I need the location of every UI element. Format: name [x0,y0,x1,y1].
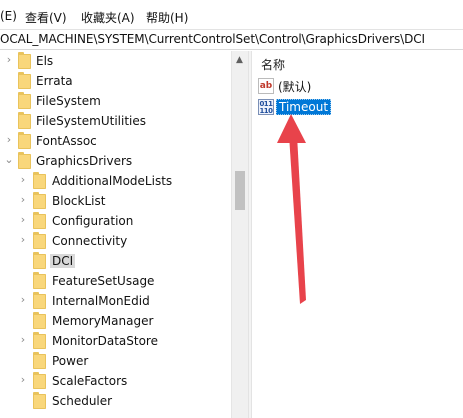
tree-item-label: Connectivity [52,234,128,248]
folder-icon [33,172,46,189]
string-value-icon: ab [258,78,274,94]
tree-item[interactable]: › Connectivity [0,231,231,251]
chevron-right-icon[interactable]: › [18,194,28,206]
tree-item[interactable]: FileSystemUtilities [0,111,231,131]
address-path[interactable]: OCAL_MACHINE\SYSTEM\CurrentControlSet\Co… [0,32,425,46]
folder-icon [18,112,31,129]
tree-item[interactable]: Scheduler [0,391,231,411]
folder-icon [33,372,46,389]
tree-item[interactable]: › AdditionalModeLists [0,171,231,191]
tree-item-label: FileSystemUtilities [36,114,146,128]
tree-item[interactable]: ⌄ GraphicsDrivers [0,151,231,171]
folder-icon [33,392,46,409]
tree-item[interactable]: Power [0,351,231,371]
address-bar[interactable]: OCAL_MACHINE\SYSTEM\CurrentControlSet\Co… [0,29,463,50]
tree-item[interactable]: › InternalMonEdid [0,291,231,311]
tree-item-label: DCI [50,254,76,268]
chevron-down-icon[interactable]: ⌄ [4,154,14,166]
value-name: Timeout [276,99,332,115]
tree-item[interactable]: MemoryManager [0,311,231,331]
chevron-right-icon[interactable]: › [18,234,28,246]
folder-icon [33,192,46,209]
menu-edit[interactable]: (E) [0,9,17,23]
chevron-right-icon[interactable]: › [18,374,28,386]
tree-item[interactable]: › MonitorDataStore [0,331,231,351]
tree-item-label: FontAssoc [36,134,97,148]
tree-vertical-scrollbar[interactable]: ▲ [231,51,248,418]
tree-item[interactable]: FileSystem [0,91,231,111]
binary-value-icon: 011 110 [258,99,274,115]
chevron-right-icon[interactable]: › [4,134,14,146]
tree-item-label: MemoryManager [52,314,154,328]
folder-icon [18,132,31,149]
tree-item-label: Scheduler [52,394,113,408]
tree-item-label: MonitorDataStore [52,334,158,348]
tree-item[interactable]: › FontAssoc [0,131,231,151]
tree-item-label: FileSystem [36,94,101,108]
scrollbar-thumb[interactable] [235,171,245,210]
tree-item[interactable]: › BlockList [0,191,231,211]
folder-icon [33,352,46,369]
menu-favorites[interactable]: 收藏夹(A) [81,9,135,26]
tree-item[interactable]: › Configuration [0,211,231,231]
folder-icon [33,252,46,269]
tree-item-label: Configuration [52,214,134,228]
tree-item[interactable]: Errata [0,71,231,91]
folder-icon [33,232,46,249]
menu-help[interactable]: 帮助(H) [146,9,188,26]
chevron-right-icon[interactable]: › [18,214,28,226]
tree-item[interactable]: › ScaleFactors [0,371,231,391]
tree-item-label: AdditionalModeLists [52,174,173,188]
folder-icon [18,92,31,109]
tree-item-label: Els [36,54,54,68]
folder-icon [33,312,46,329]
chevron-right-icon[interactable]: › [18,174,28,186]
tree-item[interactable]: › Els [0,51,231,71]
tree-item-label: BlockList [52,194,106,208]
folder-icon [18,152,31,169]
registry-key-tree: › Els Errata FileSystem FileSystemUtilities ›… [0,51,231,418]
tree-item[interactable]: DCI [0,251,231,271]
folder-icon [33,332,46,349]
tree-item[interactable]: FeatureSetUsage [0,271,231,291]
folder-icon [33,272,46,289]
menu-bar: (E) 查看(V) 收藏夹(A) 帮助(H) [0,0,463,29]
folder-icon [33,212,46,229]
scroll-up-arrow-icon[interactable]: ▲ [236,55,243,65]
chevron-right-icon[interactable]: › [18,334,28,346]
chevron-right-icon[interactable]: › [4,54,14,66]
values-list-pane: 名称 ab (默认) 011 110 Timeout [252,51,463,418]
tree-item-label: Errata [36,74,73,88]
tree-item-label: ScaleFactors [52,374,128,388]
tree-item-label: GraphicsDrivers [36,154,133,168]
value-name: (默认) [278,80,312,94]
folder-icon [33,292,46,309]
folder-icon [18,72,31,89]
tree-item-label: Power [52,354,89,368]
menu-view[interactable]: 查看(V) [25,9,67,26]
tree-item-label: InternalMonEdid [52,294,150,308]
chevron-right-icon[interactable]: › [18,294,28,306]
tree-item-label: FeatureSetUsage [52,274,155,288]
folder-icon [18,52,31,69]
column-header-name[interactable]: 名称 [261,56,285,73]
